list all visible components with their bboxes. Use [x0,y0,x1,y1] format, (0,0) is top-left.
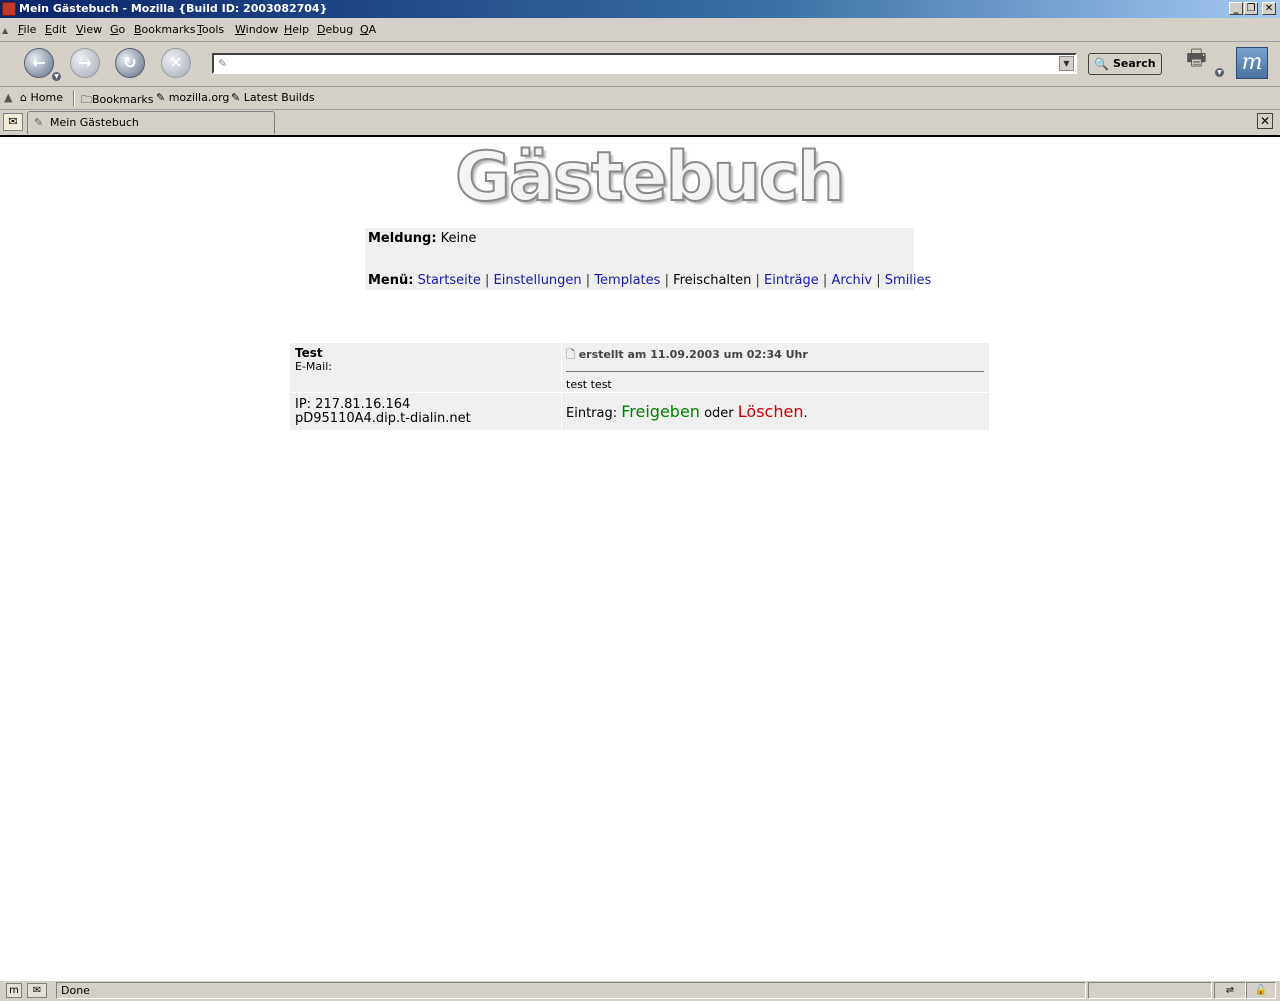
magnifier-icon: 🔍 [1094,57,1109,71]
mail-component-icon[interactable]: ✉ [27,983,47,998]
entry-host: pD95110A4.dip.t-dialin.net [295,411,471,426]
home-icon: ⌂ [20,91,27,104]
menu-go[interactable]: Go [110,23,125,36]
menu-window[interactable]: Window [235,23,278,36]
latest-builds-link[interactable]: ✎ Latest Builds [231,91,315,104]
bookmark-icon: ✎ [156,91,166,104]
page-icon: ✎ [34,116,44,129]
stop-button[interactable]: ✕ [161,48,191,78]
column-header-comment: Kommentar: [0,153,91,168]
navigator-component-icon[interactable]: m [6,983,22,998]
online-status-icon[interactable]: ⇌ [1214,982,1246,999]
menu-view[interactable]: View [76,23,102,36]
status-text: Done [56,982,1086,999]
search-button[interactable]: 🔍 Search [1088,53,1162,75]
column-header-name: Name: [0,138,48,153]
toolbar-separator [73,90,75,106]
entry-ip: IP: 217.81.16.164 [295,397,411,412]
window-titlebar: Mein Gästebuch - Mozilla {Build ID: 2003… [0,0,1280,18]
folder-icon: 🗀 [81,93,92,106]
tab-bar: ✉ ✎ Mein Gästebuch ✕ [0,110,1280,137]
info-box: Meldung: Keine Menü: Startseite | Einste… [365,228,931,290]
menu-link-archiv[interactable]: Archiv [831,273,872,288]
message-row: Meldung: Keine [368,231,477,246]
window-title: Mein Gästebuch - Mozilla {Build ID: 2003… [19,2,328,15]
menu-bar: ▲ File Edit View Go Bookmarks Tools Wind… [0,18,1280,42]
minimize-button[interactable]: _ [1229,2,1243,15]
status-bar: m ✉ Done ⇌ 🔓 [0,980,1280,1001]
guestbook-logo: Gästebuch [454,138,847,217]
menu-link-eintraege[interactable]: Einträge [764,273,819,288]
security-lock-icon[interactable]: 🔓 [1246,982,1276,999]
entry-text: test test [566,378,612,391]
print-icon[interactable]: 🖶 [1186,46,1214,72]
personal-toolbar: ▲ ⌂ Home 🗀Bookmarks ✎ mozilla.org ✎ Late… [0,87,1280,110]
url-history-dropdown-icon[interactable]: ▼ [1059,56,1074,71]
admin-menu: Menü: Startseite | Einstellungen | Templ… [368,273,932,288]
navigation-toolbar: ← ▼ → ↻ ✕ ✎ ▼ 🔍 Search 🖶 ▼ [0,42,1280,87]
mozilla-org-link[interactable]: ✎ mozilla.org [156,91,229,104]
entry-ip-cell: IP: 217.81.16.164 pD95110A4.dip.t-dialin… [290,393,561,430]
menu-tools[interactable]: Tools [197,23,224,36]
entry-name-cell: Test E-Mail: [290,343,561,392]
toolbar-grip-icon[interactable]: ▲ [2,26,10,35]
bookmark-icon: ✎ [231,91,241,104]
entry-comment-cell: 🗋 erstellt am 11.09.2003 um 02:34 Uhr te… [562,343,989,392]
url-bar[interactable]: ✎ ▼ [212,53,1077,74]
forward-button[interactable]: → [70,48,100,78]
back-button[interactable]: ← [24,48,54,78]
entry-email-label: E-Mail: [295,360,332,373]
mozilla-throbber-icon[interactable]: m [1236,47,1268,79]
toolbar-grip-icon[interactable]: ▲ [4,91,12,104]
message-value: Keine [440,231,477,246]
document-icon: 🗋 [566,348,575,361]
entry-action-cell: Eintrag: Freigeben oder Löschen. [562,393,989,430]
bookmarks-button[interactable]: 🗀Bookmarks [81,91,153,110]
mozilla-app-icon [2,2,16,16]
home-button[interactable]: ⌂ Home [20,91,63,104]
reload-button[interactable]: ↻ [115,48,145,78]
entry-name: Test [295,346,323,360]
tab-mein-gaestebuch[interactable]: ✎ Mein Gästebuch [27,111,275,134]
menu-link-templates[interactable]: Templates [594,273,660,288]
menu-qa[interactable]: QA [360,23,376,36]
close-window-button[interactable]: ✕ [1262,2,1276,15]
menu-edit[interactable]: Edit [45,23,66,36]
delete-link[interactable]: Löschen [738,402,804,421]
menu-debug[interactable]: Debug [317,23,353,36]
menu-file[interactable]: File [18,23,36,36]
menu-link-smilies[interactable]: Smilies [885,273,932,288]
menu-help[interactable]: Help [284,23,309,36]
menu-link-einstellungen[interactable]: Einstellungen [494,273,582,288]
page-content: Gästebuch Meldung: Keine Menü: Startseit… [0,138,1280,980]
menu-current-freischalten: Freischalten [673,273,752,288]
url-input[interactable] [232,56,1056,73]
restore-button[interactable]: ❐ [1244,2,1258,15]
menu-bookmarks[interactable]: Bookmarks [134,23,195,36]
menu-link-startseite[interactable]: Startseite [418,273,481,288]
entry-divider [566,371,984,372]
entry-created: 🗋 erstellt am 11.09.2003 um 02:34 Uhr [566,348,808,361]
new-tab-icon[interactable]: ✉ [3,113,23,131]
progress-panel [1088,982,1212,999]
approve-link[interactable]: Freigeben [621,402,700,421]
close-tab-button[interactable]: ✕ [1257,113,1273,129]
page-proxy-icon[interactable]: ✎ [218,57,227,70]
back-dropdown-icon[interactable]: ▼ [52,72,61,81]
print-dropdown-icon[interactable]: ▼ [1215,68,1224,77]
